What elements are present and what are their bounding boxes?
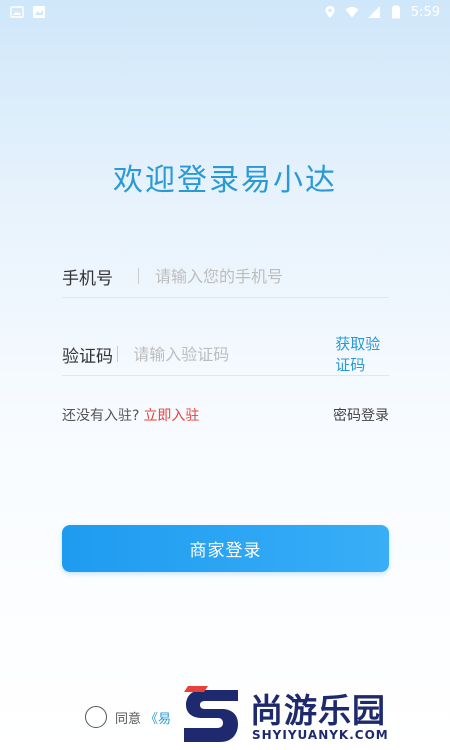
links-row: 还没有入驻? 立即入驻 密码登录 [62, 405, 389, 425]
signal-icon [367, 5, 381, 19]
register-now-link[interactable]: 立即入驻 [143, 408, 199, 424]
no-account-text: 还没有入驻? [62, 408, 140, 424]
merchant-login-button[interactable]: 商家登录 [62, 525, 389, 572]
status-bar: 5:59 [0, 0, 450, 24]
watermark: 尚游乐园 SHYIYUANYK.COM [180, 680, 450, 750]
password-login-link[interactable]: 密码登录 [333, 405, 389, 425]
phone-label: 手机号 [62, 268, 113, 289]
phone-separator [138, 268, 139, 284]
gallery-notification-icon [10, 5, 24, 19]
get-code-button[interactable]: 获取验证码 [335, 333, 389, 375]
page-title: 欢迎登录易小达 [113, 163, 337, 198]
location-icon [323, 5, 337, 19]
agreement-checkbox[interactable] [85, 706, 107, 728]
watermark-domain: SHYIYUANYK.COM [252, 728, 389, 742]
code-input[interactable] [131, 343, 336, 365]
battery-icon [389, 5, 403, 19]
watermark-logo-icon [184, 686, 238, 742]
register-prompt: 还没有入驻? 立即入驻 [62, 405, 199, 425]
phone-input[interactable] [153, 265, 389, 287]
agree-text: 同意 [115, 711, 142, 727]
image-notification-icon [32, 5, 46, 19]
code-separator [116, 346, 118, 362]
wifi-icon [345, 5, 359, 19]
watermark-brand: 尚游乐园 [250, 691, 386, 730]
code-label: 验证码 [62, 346, 113, 367]
status-time: 5:59 [410, 4, 440, 20]
code-row: 验证码 获取验证码 [62, 333, 389, 376]
agreement-row: 同意 《易 [85, 706, 171, 728]
agreement-link[interactable]: 《易 [145, 708, 171, 727]
phone-row: 手机号 [62, 255, 389, 298]
